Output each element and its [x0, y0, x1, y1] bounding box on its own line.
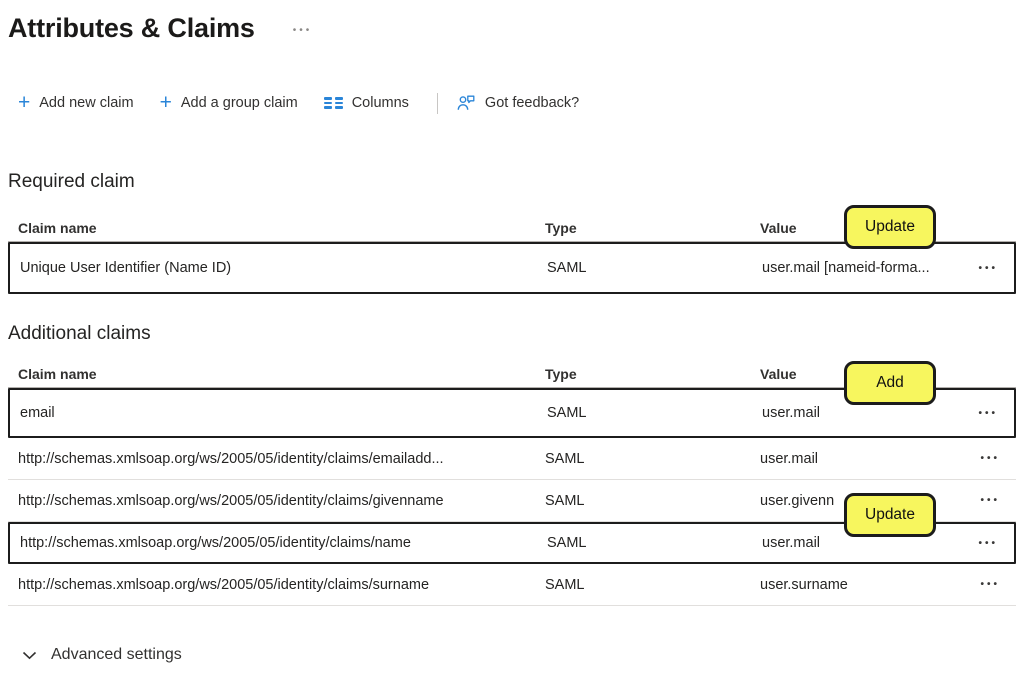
required-claim-heading: Required claim: [8, 170, 1024, 194]
row-menu-icon[interactable]: •••: [950, 453, 1006, 464]
annotation-callout-update-1: Update: [844, 205, 936, 249]
toolbar-divider: [437, 93, 438, 114]
claim-name-cell: http://schemas.xmlsoap.org/ws/2005/05/id…: [18, 493, 545, 509]
claim-type-cell: SAML: [545, 493, 760, 509]
column-type: Type: [545, 220, 760, 236]
title-more-button[interactable]: •••: [293, 21, 313, 36]
claim-value-cell: user.mail [nameid-forma...: [762, 260, 948, 276]
page-header: Attributes & Claims •••: [8, 10, 1024, 46]
columns-button[interactable]: Columns: [324, 95, 409, 111]
claim-name-cell: http://schemas.xmlsoap.org/ws/2005/05/id…: [18, 451, 545, 467]
row-menu-icon[interactable]: •••: [948, 408, 1004, 419]
command-bar: + Add new claim + Add a group claim Colu…: [18, 90, 1024, 116]
column-claim-name: Claim name: [18, 366, 545, 382]
table-row-surname[interactable]: http://schemas.xmlsoap.org/ws/2005/05/id…: [8, 564, 1016, 606]
claim-type-cell: SAML: [545, 451, 760, 467]
advanced-settings-label: Advanced settings: [51, 646, 182, 664]
additional-claims-heading: Additional claims: [8, 322, 1024, 346]
got-feedback-label: Got feedback?: [485, 95, 579, 111]
columns-label: Columns: [352, 95, 409, 111]
table-row-emailaddress[interactable]: http://schemas.xmlsoap.org/ws/2005/05/id…: [8, 438, 1016, 480]
plus-icon: +: [160, 93, 172, 113]
claim-value-cell: user.mail: [760, 451, 950, 467]
claim-name-cell: http://schemas.xmlsoap.org/ws/2005/05/id…: [20, 535, 547, 551]
row-menu-icon[interactable]: •••: [950, 495, 1006, 506]
plus-icon: +: [18, 93, 30, 113]
annotation-callout-update-2: Update: [844, 493, 936, 537]
add-group-claim-label: Add a group claim: [181, 95, 298, 111]
column-claim-name: Claim name: [18, 220, 545, 236]
advanced-settings-toggle[interactable]: Advanced settings: [22, 646, 1024, 664]
claim-name-cell: Unique User Identifier (Name ID): [20, 260, 547, 276]
row-menu-icon[interactable]: •••: [948, 263, 1004, 274]
page-title: Attributes & Claims: [8, 13, 255, 44]
column-type: Type: [545, 366, 760, 382]
add-group-claim-button[interactable]: + Add a group claim: [160, 93, 298, 113]
annotation-callout-add: Add: [844, 361, 936, 405]
add-new-claim-button[interactable]: + Add new claim: [18, 93, 134, 113]
claim-value-cell: user.mail: [762, 405, 948, 421]
got-feedback-button[interactable]: Got feedback?: [456, 93, 579, 113]
claim-value-cell: user.surname: [760, 577, 950, 593]
claim-name-cell: http://schemas.xmlsoap.org/ws/2005/05/id…: [18, 577, 545, 593]
feedback-icon: [456, 93, 476, 113]
add-new-claim-label: Add new claim: [39, 95, 133, 111]
columns-icon: [324, 97, 343, 109]
row-menu-icon[interactable]: •••: [950, 579, 1006, 590]
attributes-claims-page: Attributes & Claims ••• + Add new claim …: [0, 0, 1024, 673]
claim-type-cell: SAML: [547, 405, 762, 421]
chevron-down-icon: [22, 651, 37, 660]
claim-name-cell: email: [20, 405, 547, 421]
table-row-nameid[interactable]: Unique User Identifier (Name ID) SAML us…: [8, 242, 1016, 294]
claim-type-cell: SAML: [547, 260, 762, 276]
row-menu-icon[interactable]: •••: [948, 538, 1004, 549]
claim-value-cell: user.mail: [762, 535, 948, 551]
claim-type-cell: SAML: [545, 577, 760, 593]
claim-type-cell: SAML: [547, 535, 762, 551]
